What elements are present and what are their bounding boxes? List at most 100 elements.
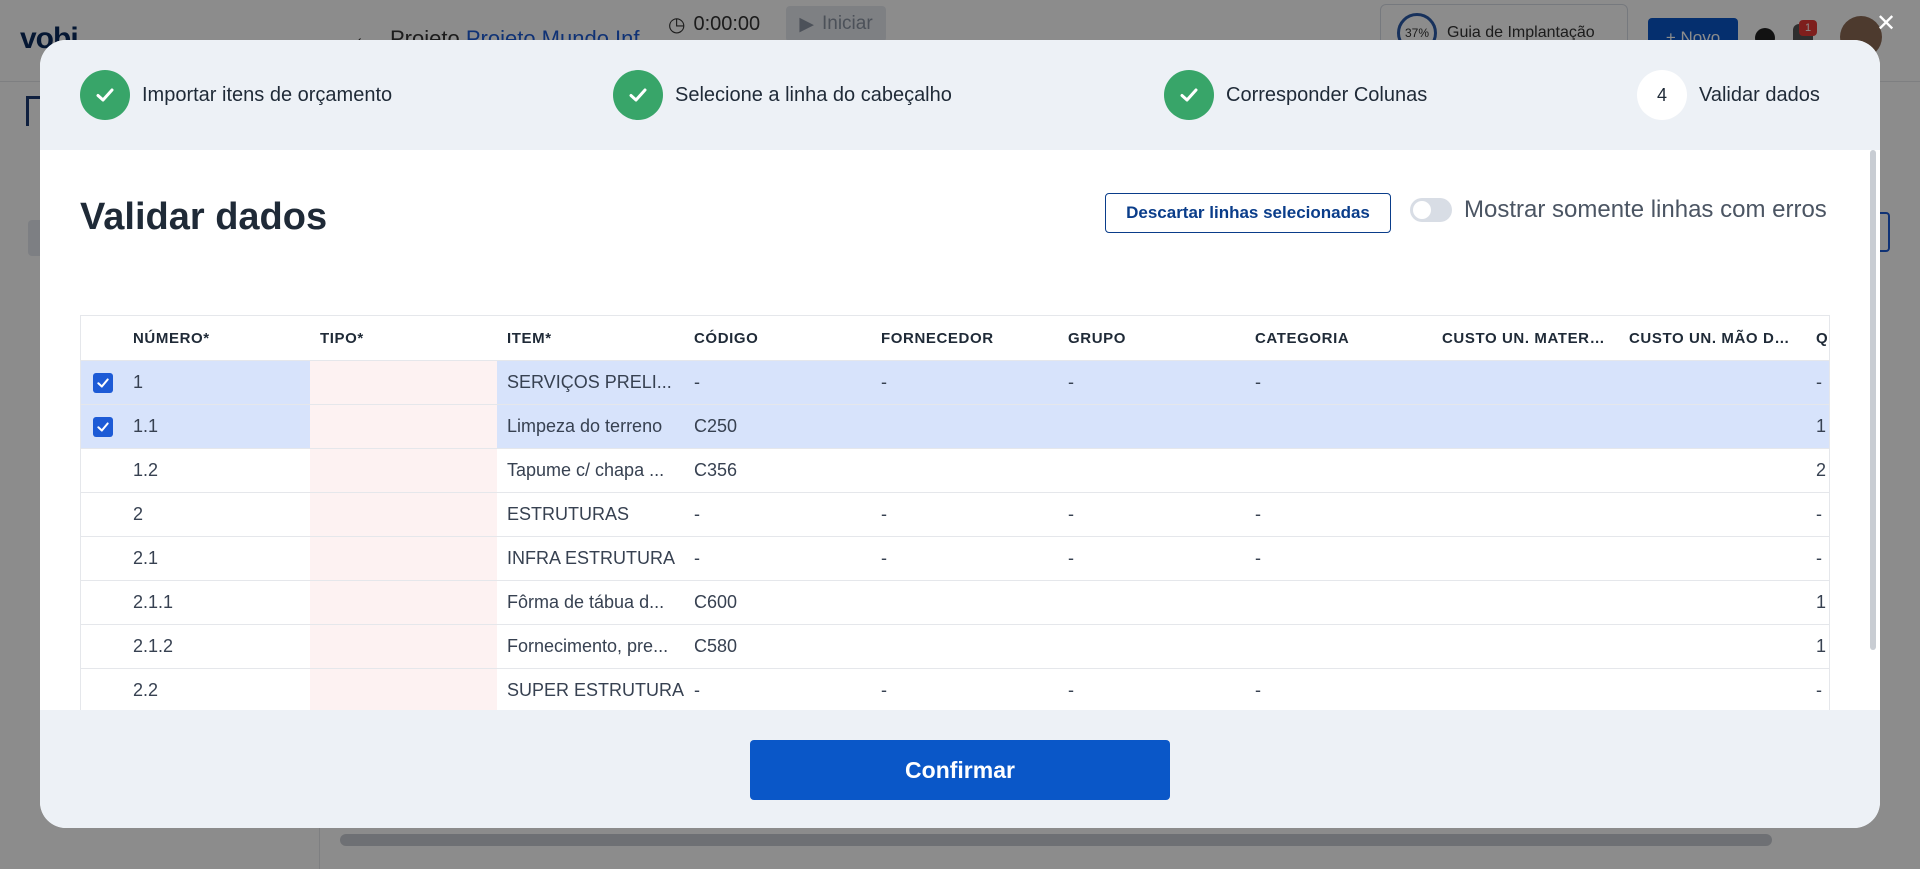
- table-row[interactable]: 1.2 Tapume c/ chapa ... C356 2: [81, 448, 1829, 492]
- cell-custo_mat[interactable]: [1432, 449, 1619, 492]
- discard-selected-rows-button[interactable]: Descartar linhas selecionadas: [1105, 193, 1391, 233]
- cell-custo_mao[interactable]: [1619, 625, 1806, 668]
- table-row[interactable]: 2.2 SUPER ESTRUTURA - - - - -: [81, 668, 1829, 710]
- cell-numero[interactable]: 2.1: [123, 537, 310, 580]
- table-row[interactable]: 2.1.1 Fôrma de tábua d... C600 1: [81, 580, 1829, 624]
- column-header[interactable]: Q: [1806, 316, 1829, 360]
- column-header[interactable]: TIPO*: [310, 316, 488, 360]
- cell-tipo[interactable]: [310, 625, 497, 668]
- cell-q[interactable]: -: [1806, 361, 1829, 404]
- column-header[interactable]: CUSTO UN. MÃO D…: [1619, 316, 1797, 360]
- cell-grupo[interactable]: -: [1058, 493, 1245, 536]
- cell-q[interactable]: 1: [1806, 625, 1829, 668]
- table-row[interactable]: 2 ESTRUTURAS - - - - -: [81, 492, 1829, 536]
- cell-custo_mao[interactable]: [1619, 581, 1806, 624]
- cell-numero[interactable]: 2.2: [123, 669, 310, 710]
- table-row[interactable]: 2.1.2 Fornecimento, pre... C580 1: [81, 624, 1829, 668]
- cell-custo_mao[interactable]: [1619, 669, 1806, 710]
- cell-codigo[interactable]: -: [684, 669, 871, 710]
- cell-item[interactable]: Tapume c/ chapa ...: [497, 449, 684, 492]
- cell-custo_mat[interactable]: [1432, 625, 1619, 668]
- cell-numero[interactable]: 2.1.2: [123, 625, 310, 668]
- cell-categoria[interactable]: [1245, 625, 1432, 668]
- cell-categoria[interactable]: [1245, 449, 1432, 492]
- cell-numero[interactable]: 2.1.1: [123, 581, 310, 624]
- cell-q[interactable]: 1: [1806, 581, 1829, 624]
- cell-categoria[interactable]: -: [1245, 493, 1432, 536]
- cell-fornecedor[interactable]: [871, 581, 1058, 624]
- cell-categoria[interactable]: -: [1245, 537, 1432, 580]
- column-header[interactable]: CUSTO UN. MATER…: [1432, 316, 1610, 360]
- cell-codigo[interactable]: -: [684, 361, 871, 404]
- cell-numero[interactable]: 1: [123, 361, 310, 404]
- cell-codigo[interactable]: -: [684, 493, 871, 536]
- vertical-scrollbar[interactable]: [1870, 150, 1876, 650]
- cell-categoria[interactable]: [1245, 581, 1432, 624]
- cell-fornecedor[interactable]: -: [871, 669, 1058, 710]
- cell-tipo[interactable]: [310, 361, 497, 404]
- row-checkbox[interactable]: [93, 373, 113, 393]
- cell-numero[interactable]: 1.2: [123, 449, 310, 492]
- column-header[interactable]: ITEM*: [497, 316, 675, 360]
- cell-item[interactable]: SUPER ESTRUTURA: [497, 669, 684, 710]
- cell-custo_mat[interactable]: [1432, 361, 1619, 404]
- cell-grupo[interactable]: [1058, 581, 1245, 624]
- cell-grupo[interactable]: [1058, 405, 1245, 448]
- cell-custo_mao[interactable]: [1619, 449, 1806, 492]
- cell-grupo[interactable]: [1058, 625, 1245, 668]
- cell-item[interactable]: Limpeza do terreno: [497, 405, 684, 448]
- cell-codigo[interactable]: C580: [684, 625, 871, 668]
- cell-q[interactable]: -: [1806, 537, 1829, 580]
- cell-q[interactable]: 2: [1806, 449, 1829, 492]
- close-icon[interactable]: ✕: [1874, 12, 1898, 36]
- cell-tipo[interactable]: [310, 669, 497, 710]
- cell-grupo[interactable]: -: [1058, 537, 1245, 580]
- cell-categoria[interactable]: -: [1245, 669, 1432, 710]
- column-header[interactable]: GRUPO: [1058, 316, 1236, 360]
- cell-q[interactable]: 1: [1806, 405, 1829, 448]
- cell-numero[interactable]: 1.1: [123, 405, 310, 448]
- cell-grupo[interactable]: [1058, 449, 1245, 492]
- cell-codigo[interactable]: -: [684, 537, 871, 580]
- cell-custo_mat[interactable]: [1432, 405, 1619, 448]
- cell-codigo[interactable]: C600: [684, 581, 871, 624]
- column-header[interactable]: CATEGORIA: [1245, 316, 1423, 360]
- column-header[interactable]: NÚMERO*: [123, 316, 301, 360]
- cell-fornecedor[interactable]: -: [871, 361, 1058, 404]
- cell-fornecedor[interactable]: -: [871, 493, 1058, 536]
- cell-item[interactable]: Fôrma de tábua d...: [497, 581, 684, 624]
- cell-item[interactable]: INFRA ESTRUTURA: [497, 537, 684, 580]
- cell-q[interactable]: -: [1806, 669, 1829, 710]
- cell-custo_mat[interactable]: [1432, 537, 1619, 580]
- cell-fornecedor[interactable]: [871, 625, 1058, 668]
- cell-codigo[interactable]: C250: [684, 405, 871, 448]
- cell-tipo[interactable]: [310, 581, 497, 624]
- cell-categoria[interactable]: [1245, 405, 1432, 448]
- cell-custo_mat[interactable]: [1432, 669, 1619, 710]
- table-row[interactable]: 2.1 INFRA ESTRUTURA - - - - -: [81, 536, 1829, 580]
- row-checkbox[interactable]: [93, 417, 113, 437]
- cell-tipo[interactable]: [310, 405, 497, 448]
- cell-numero[interactable]: 2: [123, 493, 310, 536]
- cell-custo_mat[interactable]: [1432, 581, 1619, 624]
- cell-item[interactable]: Fornecimento, pre...: [497, 625, 684, 668]
- show-errors-only-toggle[interactable]: [1410, 198, 1452, 222]
- column-header[interactable]: FORNECEDOR: [871, 316, 1049, 360]
- cell-grupo[interactable]: -: [1058, 361, 1245, 404]
- cell-custo_mao[interactable]: [1619, 361, 1806, 404]
- table-row[interactable]: 1.1 Limpeza do terreno C250 1: [81, 404, 1829, 448]
- cell-tipo[interactable]: [310, 493, 497, 536]
- cell-grupo[interactable]: -: [1058, 669, 1245, 710]
- table-row[interactable]: 1 SERVIÇOS PRELI... - - - - -: [81, 360, 1829, 404]
- cell-fornecedor[interactable]: [871, 405, 1058, 448]
- confirm-button[interactable]: Confirmar: [750, 740, 1170, 800]
- cell-q[interactable]: -: [1806, 493, 1829, 536]
- cell-custo_mao[interactable]: [1619, 493, 1806, 536]
- cell-categoria[interactable]: -: [1245, 361, 1432, 404]
- cell-fornecedor[interactable]: -: [871, 537, 1058, 580]
- cell-codigo[interactable]: C356: [684, 449, 871, 492]
- cell-custo_mao[interactable]: [1619, 537, 1806, 580]
- cell-tipo[interactable]: [310, 537, 497, 580]
- cell-tipo[interactable]: [310, 449, 497, 492]
- cell-item[interactable]: SERVIÇOS PRELI...: [497, 361, 684, 404]
